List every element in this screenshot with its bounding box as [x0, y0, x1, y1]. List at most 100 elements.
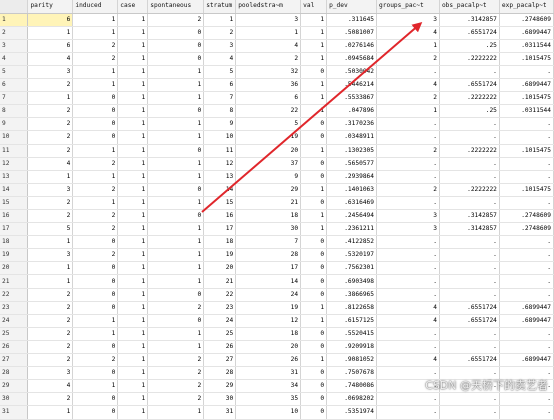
- table-cell[interactable]: .: [499, 288, 554, 302]
- table-cell[interactable]: 0: [300, 379, 328, 394]
- table-cell[interactable]: .047896: [326, 104, 378, 119]
- table-cell[interactable]: 17: [235, 261, 302, 276]
- table-cell[interactable]: 3: [27, 65, 74, 80]
- table-cell[interactable]: 29: [235, 183, 302, 197]
- table-cell[interactable]: 8: [203, 104, 237, 119]
- table-cell[interactable]: .8122658: [326, 301, 378, 315]
- table-cell[interactable]: 4: [376, 78, 440, 93]
- table-cell[interactable]: 1: [72, 314, 119, 328]
- table-cell[interactable]: 0: [72, 340, 119, 355]
- table-cell[interactable]: 4: [27, 52, 74, 66]
- table-cell[interactable]: .3866965: [326, 288, 378, 302]
- table-cell[interactable]: 1: [117, 222, 149, 237]
- table-cell[interactable]: .9209918: [326, 340, 378, 355]
- row-number[interactable]: 7: [0, 91, 29, 106]
- table-cell[interactable]: .1015475: [499, 144, 554, 158]
- table-cell[interactable]: .0945684: [326, 52, 378, 66]
- column-header[interactable]: val: [300, 0, 328, 14]
- table-cell[interactable]: 24: [235, 288, 302, 302]
- table-cell[interactable]: 29: [203, 379, 237, 394]
- table-cell[interactable]: .2222222: [439, 52, 500, 66]
- table-cell[interactable]: 2: [147, 379, 205, 394]
- table-cell[interactable]: 18: [203, 235, 237, 250]
- table-cell[interactable]: .: [499, 130, 554, 145]
- table-cell[interactable]: 1: [117, 209, 149, 224]
- table-cell[interactable]: 1: [235, 26, 302, 40]
- table-cell[interactable]: 0: [72, 91, 119, 106]
- table-cell[interactable]: 2: [27, 209, 74, 224]
- table-cell[interactable]: 3: [27, 366, 74, 381]
- table-cell[interactable]: .0276146: [326, 39, 378, 53]
- table-cell[interactable]: 0: [72, 261, 119, 276]
- table-cell[interactable]: .2222222: [439, 91, 500, 106]
- table-cell[interactable]: 2: [27, 144, 74, 158]
- table-cell[interactable]: 1: [203, 13, 237, 27]
- row-number[interactable]: 20: [0, 261, 29, 276]
- table-cell[interactable]: 1: [147, 170, 205, 184]
- table-cell[interactable]: 4: [235, 39, 302, 53]
- table-cell[interactable]: .: [439, 261, 500, 276]
- table-cell[interactable]: 1: [117, 261, 149, 276]
- table-cell[interactable]: 19: [235, 130, 302, 145]
- table-cell[interactable]: 1: [117, 340, 149, 355]
- table-cell[interactable]: 30: [203, 392, 237, 407]
- table-cell[interactable]: 1: [300, 144, 328, 158]
- table-cell[interactable]: 1: [117, 235, 149, 250]
- table-cell[interactable]: 17: [203, 222, 237, 237]
- table-cell[interactable]: .6551724: [439, 314, 500, 328]
- table-cell[interactable]: 1: [300, 353, 328, 368]
- table-cell[interactable]: .: [439, 235, 500, 250]
- table-cell[interactable]: 2: [72, 52, 119, 66]
- row-number[interactable]: 14: [0, 183, 29, 197]
- table-cell[interactable]: 10: [235, 405, 302, 420]
- table-cell[interactable]: .3142857: [439, 13, 500, 27]
- table-cell[interactable]: 2: [147, 392, 205, 407]
- table-row[interactable]: 20 1 0 1 1 20 17 0.7562301...: [0, 261, 554, 276]
- table-cell[interactable]: 1: [300, 104, 328, 119]
- table-cell[interactable]: 18: [235, 209, 302, 224]
- table-cell[interactable]: .: [499, 248, 554, 263]
- table-cell[interactable]: 0: [147, 183, 205, 197]
- table-cell[interactable]: 0: [72, 235, 119, 250]
- row-number[interactable]: 13: [0, 170, 29, 184]
- table-row[interactable]: 26 2 0 1 1 26 20 0.9209918...: [0, 340, 554, 355]
- table-cell[interactable]: 1: [300, 13, 328, 27]
- table-cell[interactable]: 1: [300, 314, 328, 328]
- table-cell[interactable]: 2: [203, 26, 237, 40]
- table-cell[interactable]: 2: [27, 117, 74, 132]
- table-cell[interactable]: .1015475: [499, 91, 554, 106]
- column-header[interactable]: groups_pac~t: [376, 0, 440, 14]
- table-cell[interactable]: 0: [300, 248, 328, 263]
- table-cell[interactable]: 3: [376, 222, 440, 237]
- table-cell[interactable]: .: [499, 340, 554, 355]
- table-cell[interactable]: 1: [300, 183, 328, 197]
- table-cell[interactable]: 1: [27, 235, 74, 250]
- table-cell[interactable]: 4: [376, 314, 440, 328]
- row-number[interactable]: 26: [0, 340, 29, 355]
- table-cell[interactable]: 1: [117, 104, 149, 119]
- table-cell[interactable]: 3: [27, 183, 74, 197]
- table-cell[interactable]: 0: [300, 196, 328, 211]
- row-number[interactable]: 6: [0, 78, 29, 93]
- table-cell[interactable]: .: [376, 340, 440, 355]
- table-cell[interactable]: .7507678: [326, 366, 378, 381]
- table-cell[interactable]: .9081052: [326, 353, 378, 368]
- table-cell[interactable]: .: [439, 196, 500, 211]
- table-cell[interactable]: 1: [117, 183, 149, 197]
- table-cell[interactable]: 2: [147, 366, 205, 381]
- table-row[interactable]: 19 3 2 1 1 19 28 0.5320197...: [0, 248, 554, 263]
- table-cell[interactable]: 2: [27, 104, 74, 119]
- table-cell[interactable]: .2456494: [326, 209, 378, 224]
- table-cell[interactable]: 12: [235, 314, 302, 328]
- table-cell[interactable]: 2: [27, 288, 74, 302]
- table-cell[interactable]: .4122852: [326, 235, 378, 250]
- table-cell[interactable]: 1: [147, 235, 205, 250]
- table-cell[interactable]: 22: [235, 104, 302, 119]
- table-cell[interactable]: 1: [147, 91, 205, 106]
- table-cell[interactable]: 1: [117, 78, 149, 93]
- table-cell[interactable]: 2: [147, 301, 205, 315]
- table-cell[interactable]: .6551724: [439, 353, 500, 368]
- table-cell[interactable]: 1: [117, 52, 149, 66]
- table-cell[interactable]: .2748609: [499, 13, 554, 27]
- table-cell[interactable]: 1: [27, 405, 74, 420]
